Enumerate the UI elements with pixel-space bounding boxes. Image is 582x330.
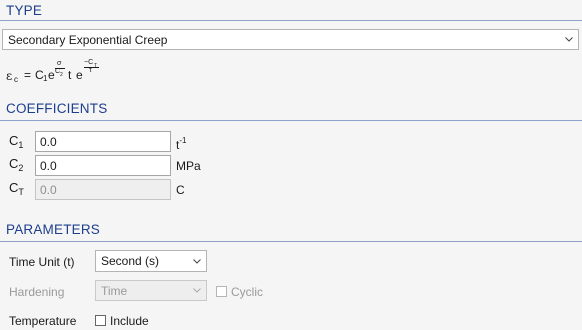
- formula-equals: =: [24, 68, 32, 82]
- chevron-down-icon: [193, 281, 201, 300]
- hardening-value: Time: [101, 283, 128, 298]
- formula-frac-den-sub: 2: [60, 72, 63, 78]
- type-section-title: TYPE: [6, 3, 43, 18]
- coefficient-c2-value: 0.0: [40, 158, 57, 173]
- coefficient-c2-unit: MPa: [176, 159, 201, 173]
- chevron-down-icon: [565, 30, 573, 49]
- include-temperature-label[interactable]: Include: [110, 314, 149, 328]
- coefficient-c2-label: C2: [9, 156, 24, 173]
- coefficients-divider: [0, 120, 582, 121]
- coefficient-ct-input: 0.0: [35, 179, 171, 200]
- hardening-label: Hardening: [9, 285, 65, 299]
- formula-e: e: [48, 68, 55, 82]
- formula-exp-den: τ: [89, 67, 92, 74]
- hardening-select: Time: [95, 280, 207, 301]
- coefficient-c2-input[interactable]: 0.0: [35, 155, 171, 176]
- coefficient-c1-unit: t-1: [176, 136, 187, 152]
- coefficient-ct-value: 0.0: [40, 182, 57, 197]
- formula-e2: e: [76, 68, 83, 82]
- creep-model-select[interactable]: Secondary Exponential Creep: [2, 29, 579, 50]
- creep-model-value: Secondary Exponential Creep: [8, 32, 168, 47]
- formula-epsilon-sub: c: [14, 75, 18, 84]
- coefficient-ct-label: CT: [9, 180, 24, 197]
- coefficient-c1-input[interactable]: 0.0: [35, 131, 171, 152]
- time-unit-label: Time Unit (t): [9, 255, 75, 269]
- coefficient-ct-unit: C: [176, 183, 185, 197]
- coefficient-c1-value: 0.0: [40, 134, 57, 149]
- time-unit-value: Second (s): [101, 254, 160, 268]
- parameters-section-title: PARAMETERS: [6, 222, 101, 237]
- coefficient-c1-label: C1: [9, 133, 24, 150]
- cyclic-checkbox: [216, 286, 227, 297]
- cyclic-label: Cyclic: [231, 285, 263, 299]
- formula-c1-sub: 1: [43, 74, 48, 83]
- formula-epsilon: ε: [6, 69, 13, 83]
- include-temperature-checkbox[interactable]: [95, 315, 106, 326]
- formula-frac-num: σ: [57, 60, 62, 67]
- time-unit-select[interactable]: Second (s): [95, 250, 207, 272]
- creep-formula: ε c = C 1 e σ C 2 t e −C T τ: [6, 59, 126, 85]
- parameters-divider: [0, 241, 582, 242]
- type-divider: [0, 20, 582, 21]
- coefficients-section-title: COEFFICIENTS: [6, 101, 108, 116]
- temperature-label: Temperature: [9, 314, 77, 328]
- chevron-down-icon: [193, 251, 201, 271]
- formula-t: t: [68, 68, 72, 82]
- formula-exp-num: −C: [84, 59, 94, 66]
- formula-exp-num-sub: T: [94, 63, 98, 69]
